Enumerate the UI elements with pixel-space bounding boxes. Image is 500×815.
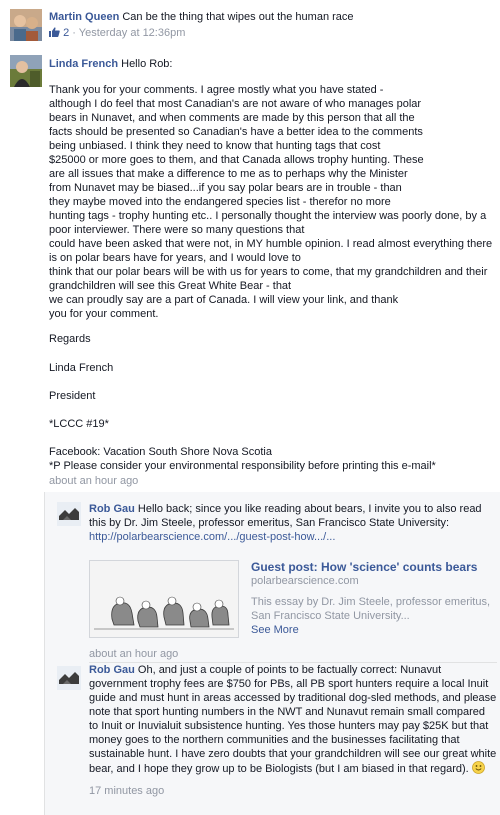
comment-body-line: grandchildren will see this Great White … xyxy=(49,280,292,292)
reply-link[interactable]: http://polarbearscience.com/.../guest-po… xyxy=(89,531,335,543)
reply-text: Hello back; since you like reading about… xyxy=(89,503,482,529)
comment-body: Thank you for your comments. I agree mos… xyxy=(49,83,494,321)
comment-body-line: you for your comment. xyxy=(49,308,159,320)
comment-author[interactable]: Martin Queen xyxy=(49,11,119,23)
signature-name: Linda French xyxy=(49,362,114,374)
reply-author[interactable]: Rob Gau xyxy=(89,503,135,515)
comment-greeting: Hello Rob: xyxy=(121,58,173,70)
comment-body-line: $25000 or more goes to them, and that Ca… xyxy=(49,154,424,166)
comment-text: Can be the thing that wipes out the huma… xyxy=(122,11,354,23)
comment-timestamp[interactable]: about an hour ago xyxy=(49,474,138,488)
comment-body-line: is on polar bears have for years, and I … xyxy=(49,252,301,264)
comment-martin-queen: Martin Queen Can be the thing that wipes… xyxy=(0,0,500,50)
comment-body-line: are all issues that make a difference to… xyxy=(49,168,408,180)
signature-title: President xyxy=(49,390,96,402)
see-more-link[interactable]: See More xyxy=(251,624,299,636)
facebook-line: Facebook: Vacation South Shore Nova Scot… xyxy=(49,446,272,458)
comment-body-line: they maybe moved into the endangered spe… xyxy=(49,196,391,208)
avatar[interactable] xyxy=(57,666,81,690)
reply-author[interactable]: Rob Gau xyxy=(89,664,135,676)
comment-body-line: being unbiased. I think they need to kno… xyxy=(49,140,381,152)
print-note: *P Please consider your environmental re… xyxy=(49,460,436,472)
comment-body-line: think that our polar bears will be with … xyxy=(49,266,488,278)
reply-timestamp[interactable]: about an hour ago xyxy=(89,648,178,660)
comment-author[interactable]: Linda French xyxy=(49,58,118,70)
avatar[interactable] xyxy=(57,502,81,526)
avatar[interactable] xyxy=(10,55,42,87)
reply-rob-gau-2: Rob Gau Oh, and just a couple of points … xyxy=(45,664,500,814)
comment-body-line: bears in Nunavet, and when comments are … xyxy=(49,112,415,124)
preview-title[interactable]: Guest post: How 'science' counts bears xyxy=(251,560,477,574)
smiley-icon xyxy=(471,761,485,774)
comment-body-line: hunting tags - trophy hunting etc.. I pe… xyxy=(49,210,487,222)
reply-text: Oh, and just a couple of points to be fa… xyxy=(89,664,497,775)
meta-separator: · xyxy=(69,27,79,39)
preview-image[interactable] xyxy=(89,560,239,638)
thumbs-up-icon xyxy=(49,27,60,37)
comment-body-line: although I do feel that most Canadian's … xyxy=(49,98,422,110)
comment-body-line: Thank you for your comments. I agree mos… xyxy=(49,84,384,96)
link-preview[interactable]: Guest post: How 'science' counts bears p… xyxy=(89,560,497,638)
reply-timestamp[interactable]: 17 minutes ago xyxy=(89,785,164,797)
comment-body-line: from Nunavet may be biased...if you say … xyxy=(49,182,402,194)
comment-body-line: facts should be presented so Canadian's … xyxy=(49,126,423,138)
reply-rob-gau-1: Rob Gau Hello back; since you like readi… xyxy=(45,500,500,660)
comment-meta: 2 · Yesterday at 12:36pm xyxy=(49,26,185,40)
replies-section: Rob Gau Hello back; since you like readi… xyxy=(44,492,500,815)
comment-regards: Regards xyxy=(49,333,91,345)
signature-tag: *LCCC #19* xyxy=(49,418,109,430)
avatar[interactable] xyxy=(10,9,42,41)
comment-body-line: poor interviewer. There were so many que… xyxy=(49,224,305,236)
comment-timestamp[interactable]: Yesterday at 12:36pm xyxy=(79,27,186,39)
preview-description: This essay by Dr. Jim Steele, professor … xyxy=(251,596,491,622)
comment-body-line: could have been asked that were not, in … xyxy=(49,238,493,250)
comment-body-line: we can proudly say are a part of Canada.… xyxy=(49,294,399,306)
preview-domain: polarbearscience.com xyxy=(251,575,359,587)
